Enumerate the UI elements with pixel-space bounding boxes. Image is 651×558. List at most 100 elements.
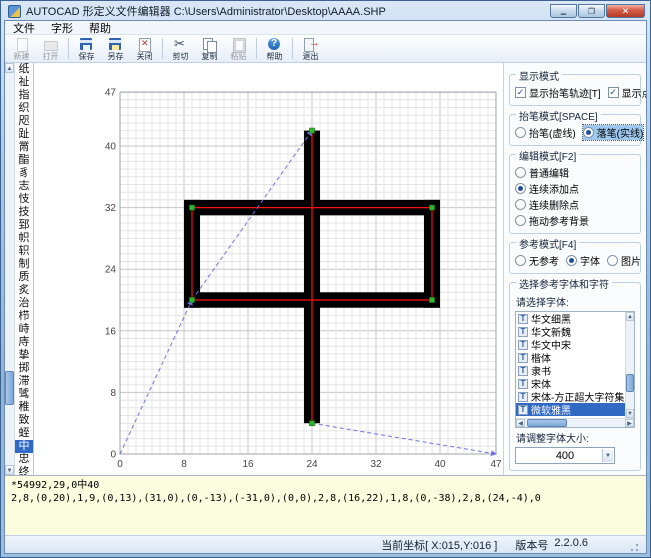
char-list-item[interactable]: 技 <box>15 206 33 219</box>
checkbox-icon: ✓ <box>515 87 526 98</box>
radio-option[interactable]: 落笔(实线) <box>583 125 644 140</box>
radio-option[interactable]: 连续删除点 <box>515 197 635 212</box>
menu-item[interactable]: 文件 <box>5 21 43 35</box>
option-label: 显示点[X] <box>622 85 646 100</box>
radio-option[interactable]: 图片 <box>607 253 641 268</box>
font-list-item[interactable]: T微软雅黑 <box>516 403 625 416</box>
save-as-button[interactable]: 另存 <box>101 35 130 62</box>
char-list-item[interactable]: 质 <box>15 271 33 284</box>
char-list-item[interactable]: 豸 <box>15 167 33 180</box>
char-list-item[interactable]: 峙 <box>15 323 33 336</box>
app-icon <box>8 5 21 18</box>
group-title: 选择参考字体和字符 <box>516 276 612 291</box>
close-file-button[interactable]: 关闭 <box>130 35 159 62</box>
font-list-scrollbar[interactable]: ▲ ▼ <box>625 312 634 418</box>
scroll-up-icon[interactable]: ▲ <box>5 63 14 73</box>
char-list-item[interactable]: 织 <box>15 102 33 115</box>
char-list-item[interactable]: 炙 <box>15 284 33 297</box>
scroll-right-icon[interactable]: ▶ <box>625 419 634 427</box>
version-value: 2.2.0.6 <box>554 537 588 553</box>
char-list-item[interactable]: 栉 <box>15 310 33 323</box>
char-list-item[interactable]: 趾 <box>15 128 33 141</box>
scroll-down-icon[interactable]: ▼ <box>5 465 14 475</box>
char-list-item[interactable]: 黹 <box>15 141 33 154</box>
shape-code-editor[interactable]: *54992,29,0中40 2,8,(0,20),1,9,(0,13),(31… <box>5 475 646 535</box>
resize-grip[interactable] <box>628 541 640 553</box>
save-button[interactable]: 保存 <box>72 35 101 62</box>
radio-option[interactable]: 字体 <box>566 253 600 268</box>
char-list-item[interactable]: 中 <box>15 440 33 453</box>
toolbar-button-label: 关闭 <box>137 52 153 61</box>
scrollbar-thumb[interactable] <box>5 371 14 405</box>
char-list-item[interactable]: 指 <box>15 89 33 102</box>
scrollbar-thumb[interactable] <box>527 419 567 427</box>
copy-button[interactable]: 复制 <box>195 35 224 62</box>
char-list-item[interactable]: 滞 <box>15 375 33 388</box>
char-list-item[interactable]: 酯 <box>15 154 33 167</box>
scrollbar-track[interactable] <box>525 419 625 427</box>
char-list-item[interactable]: 掷 <box>15 362 33 375</box>
character-list-scrollbar[interactable]: ▲ ▼ <box>5 63 15 475</box>
char-list-item[interactable]: 终 <box>15 466 33 475</box>
scrollbar-thumb[interactable] <box>626 374 634 392</box>
version-label: 版本号 <box>515 537 548 553</box>
scrollbar-track[interactable] <box>626 321 634 409</box>
char-list-item[interactable]: 咫 <box>15 115 33 128</box>
font-name: 微软雅黑 <box>531 402 571 417</box>
char-list-item[interactable]: 志 <box>15 180 33 193</box>
radio-option[interactable]: 拖动参考背景 <box>515 213 635 228</box>
reference-mode-options: 无参考字体图片 <box>515 252 635 269</box>
radio-option[interactable]: 无参考 <box>515 253 559 268</box>
toolbar-button-label: 复制 <box>202 52 218 61</box>
svg-text:8: 8 <box>110 388 116 399</box>
menu-item[interactable]: 字形 <box>43 21 81 35</box>
char-list-item[interactable]: 祉 <box>15 76 33 89</box>
char-list-item[interactable]: 忠 <box>15 453 33 466</box>
char-list-item[interactable]: 轵 <box>15 245 33 258</box>
truetype-icon: T <box>518 327 528 337</box>
char-list-item[interactable]: 骘 <box>15 388 33 401</box>
menu-item[interactable]: 帮助 <box>81 21 119 35</box>
save-icon <box>79 37 94 52</box>
scroll-up-icon[interactable]: ▲ <box>626 312 634 321</box>
scroll-down-icon[interactable]: ▼ <box>626 409 634 418</box>
truetype-icon: T <box>518 340 528 350</box>
help-button[interactable]: 帮助 <box>260 35 289 62</box>
radio-option[interactable]: 抬笔(虚线) <box>515 125 576 140</box>
maximize-button[interactable] <box>578 4 605 18</box>
spinner-dropdown-icon[interactable]: ▼ <box>602 449 613 462</box>
char-list-item[interactable]: 致 <box>15 414 33 427</box>
scrollbar-track[interactable] <box>5 73 14 465</box>
cut-button[interactable]: 剪切 <box>166 35 195 62</box>
char-list-item[interactable]: 庤 <box>15 336 33 349</box>
svg-text:40: 40 <box>434 459 446 470</box>
glyph-canvas[interactable]: 008816162424323240404747 <box>34 63 503 475</box>
title-bar[interactable]: AUTOCAD 形定义文件编辑器 C:\Users\Administrator\… <box>4 1 647 20</box>
char-list-item[interactable]: 帜 <box>15 232 33 245</box>
char-list-item[interactable]: 郅 <box>15 219 33 232</box>
toolbar-button-label: 新建 <box>14 52 30 61</box>
font-size-label: 请调整字体大小: <box>516 430 635 445</box>
paste-button: 粘贴 <box>224 35 253 62</box>
checkbox-option[interactable]: ✓显示点[X] <box>608 85 646 100</box>
font-size-input[interactable]: 400 ▼ <box>515 447 615 464</box>
exit-button[interactable]: 退出 <box>296 35 325 62</box>
glyph-canvas-panel: 008816162424323240404747 <box>34 63 503 475</box>
char-list-item[interactable]: 挚 <box>15 349 33 362</box>
checkbox-option[interactable]: ✓显示抬笔轨迹[T] <box>515 85 601 100</box>
char-list-item[interactable]: 纸 <box>15 63 33 76</box>
truetype-icon: T <box>518 379 528 389</box>
char-list-item[interactable]: 稚 <box>15 401 33 414</box>
char-list-item[interactable]: 蛭 <box>15 427 33 440</box>
minimize-button[interactable] <box>550 4 577 18</box>
close-button[interactable] <box>606 4 645 18</box>
scroll-left-icon[interactable]: ◀ <box>516 419 525 427</box>
radio-option[interactable]: 连续添加点 <box>515 181 635 196</box>
toolbar-button-label: 保存 <box>79 52 95 61</box>
char-list-item[interactable]: 制 <box>15 258 33 271</box>
char-list-item[interactable]: 忮 <box>15 193 33 206</box>
option-label: 普通编辑 <box>529 165 569 180</box>
char-list-item[interactable]: 治 <box>15 297 33 310</box>
radio-option[interactable]: 普通编辑 <box>515 165 635 180</box>
font-list-hscrollbar[interactable]: ◀ ▶ <box>516 418 634 427</box>
